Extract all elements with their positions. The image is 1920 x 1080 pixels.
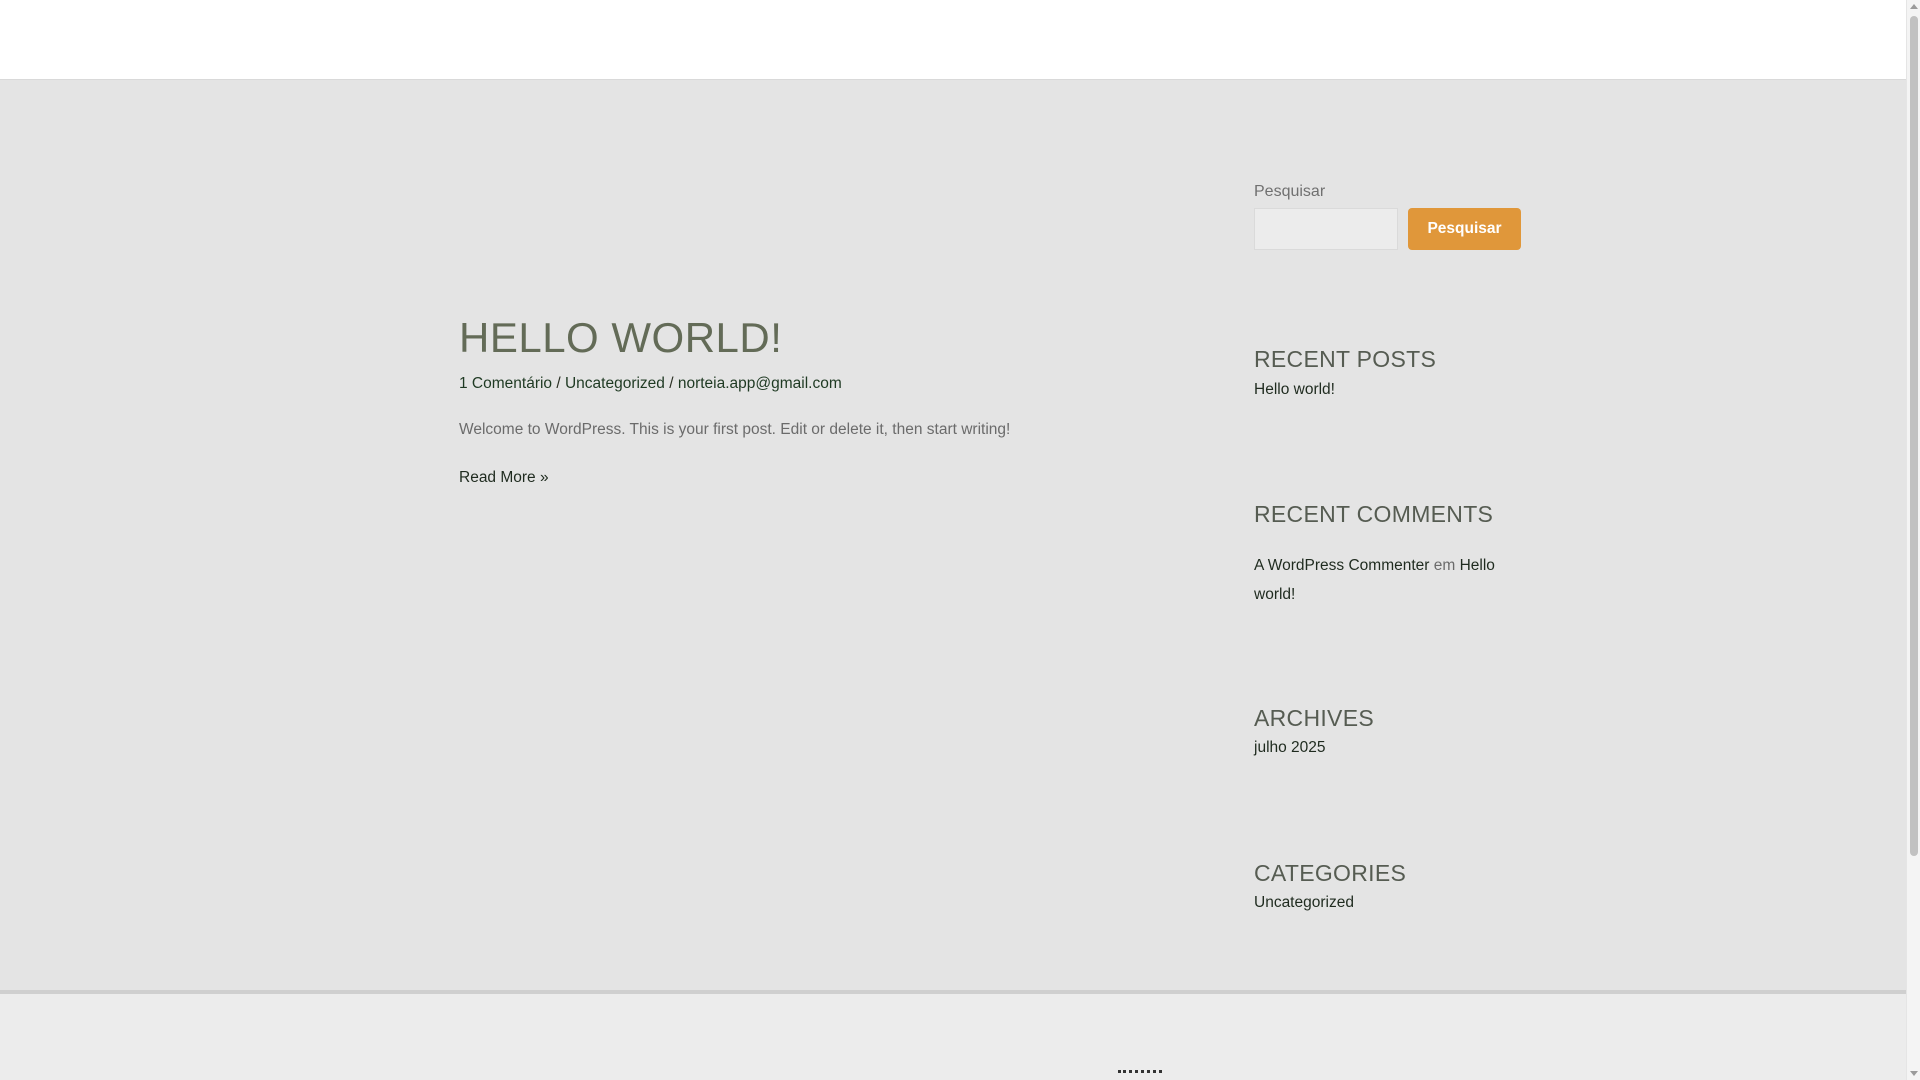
main-content: HELLO WORLD! 1 Comentário / Uncategorize… bbox=[0, 80, 1906, 990]
archives-title: ARCHIVES bbox=[1254, 705, 1374, 731]
scroll-up-icon[interactable] bbox=[1910, 4, 1918, 9]
archive-link[interactable]: julho 2025 bbox=[1254, 733, 1326, 762]
comment-connector: em bbox=[1429, 557, 1460, 574]
search-button[interactable]: Pesquisar bbox=[1408, 208, 1521, 250]
site-header bbox=[0, 0, 1906, 80]
recent-post-link[interactable]: Hello world! bbox=[1254, 375, 1335, 404]
meta-separator: / bbox=[552, 375, 565, 392]
comment-author-link[interactable]: A WordPress Commenter bbox=[1254, 557, 1429, 574]
post-excerpt: Welcome to WordPress. This is your first… bbox=[459, 421, 1011, 438]
vertical-scrollbar[interactable] bbox=[1906, 0, 1920, 1080]
meta-separator: / bbox=[664, 375, 678, 392]
footer-text-fragment bbox=[1118, 1070, 1162, 1080]
category-link[interactable]: Uncategorized bbox=[565, 375, 665, 392]
post: HELLO WORLD! 1 Comentário / Uncategorize… bbox=[459, 230, 1159, 487]
search-label: Pesquisar bbox=[1254, 183, 1326, 200]
comments-link[interactable]: 1 Comentário bbox=[459, 375, 552, 392]
search-input[interactable] bbox=[1254, 208, 1398, 250]
categories-title: CATEGORIES bbox=[1254, 860, 1407, 886]
post-meta: 1 Comentário / Uncategorized / norteia.a… bbox=[459, 375, 1159, 393]
recent-comments-title: RECENT COMMENTS bbox=[1254, 501, 1494, 527]
recent-posts-title: RECENT POSTS bbox=[1254, 346, 1437, 372]
scroll-thumb[interactable] bbox=[1910, 16, 1918, 856]
recent-comment: A WordPress Commenter em Hello world! bbox=[1254, 551, 1524, 609]
post-title[interactable]: HELLO WORLD! bbox=[459, 317, 1159, 359]
category-widget-link[interactable]: Uncategorized bbox=[1254, 888, 1354, 917]
read-more-link[interactable]: Read More » bbox=[459, 469, 549, 487]
author-link[interactable]: norteia.app@gmail.com bbox=[678, 375, 842, 392]
site-footer bbox=[0, 990, 1906, 1080]
scroll-down-icon[interactable] bbox=[1910, 1071, 1918, 1076]
